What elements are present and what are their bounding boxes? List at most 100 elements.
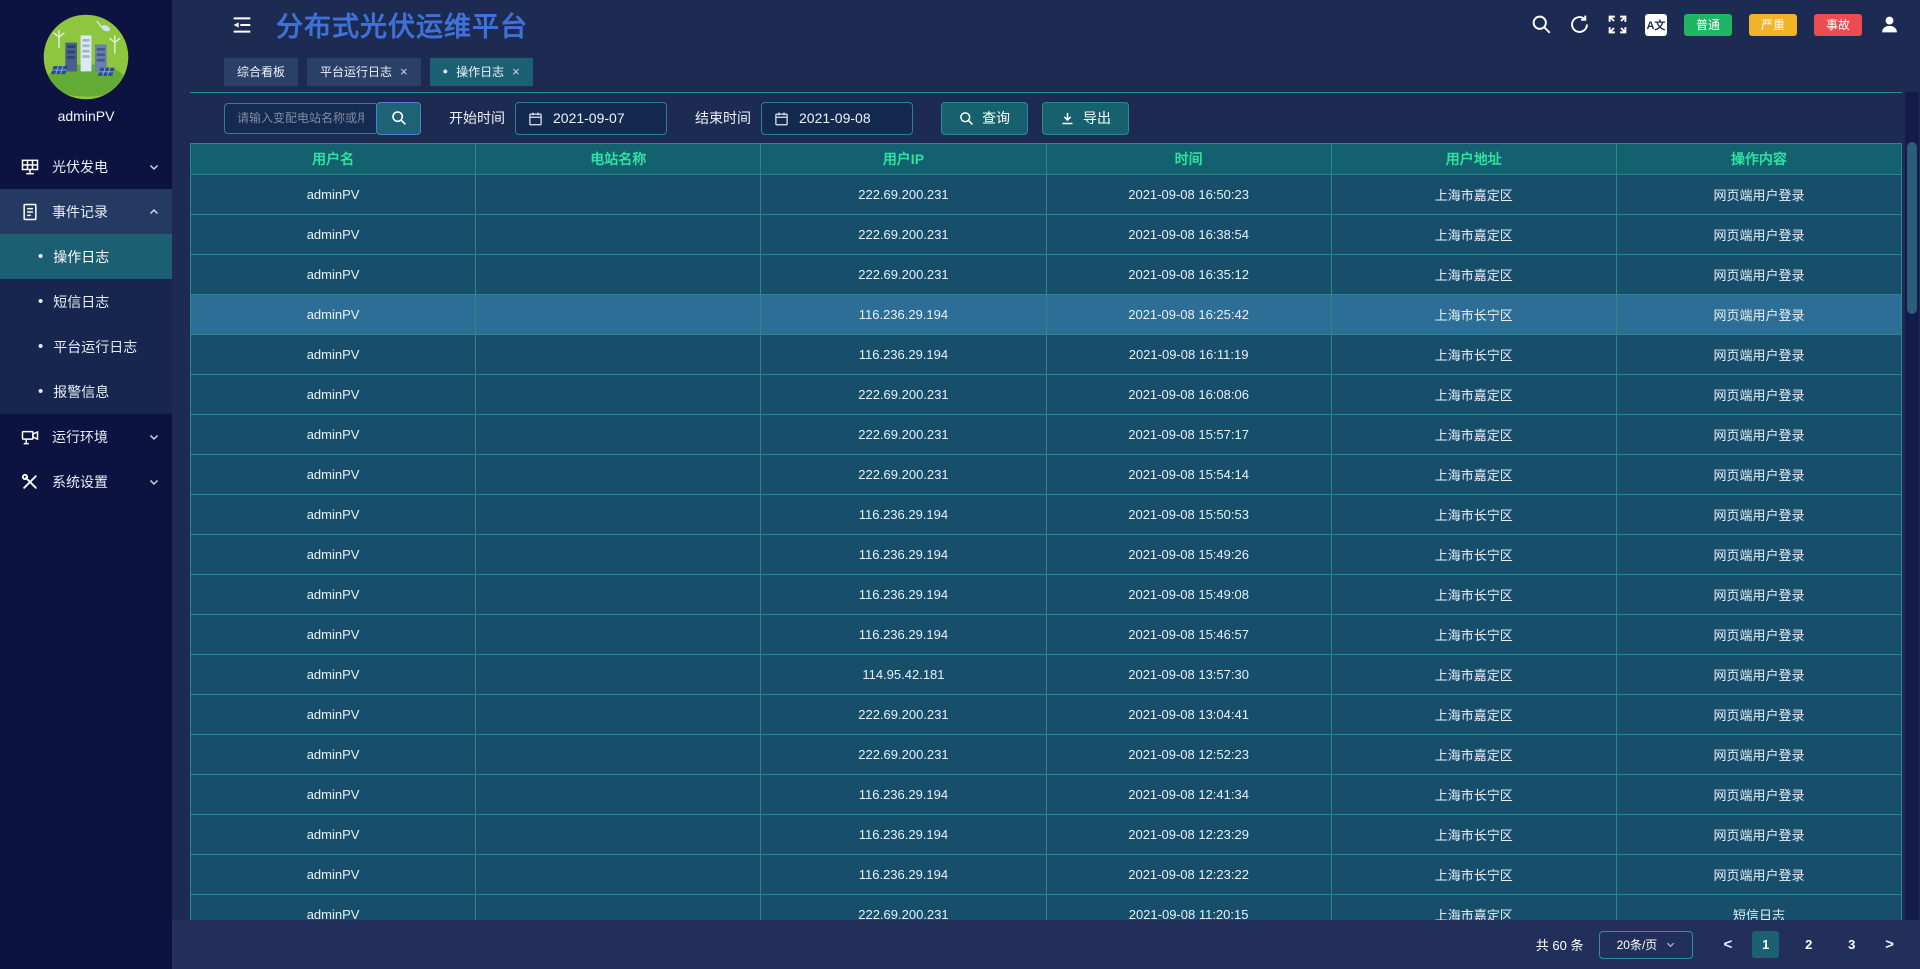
table-cell — [476, 335, 761, 375]
calendar-icon — [774, 111, 789, 126]
table-row[interactable]: adminPV222.69.200.2312021-09-08 11:20:15… — [191, 895, 1902, 920]
table-row[interactable]: adminPV116.236.29.1942021-09-08 15:49:08… — [191, 575, 1902, 615]
search-input[interactable] — [224, 103, 376, 134]
table-cell: 2021-09-08 15:49:26 — [1047, 535, 1332, 575]
start-date-picker[interactable]: 2021-09-07 — [515, 102, 667, 135]
table-cell: 2021-09-08 16:11:19 — [1047, 335, 1332, 375]
query-button[interactable]: 查询 — [941, 102, 1028, 135]
refresh-icon[interactable] — [1569, 14, 1590, 35]
bullet-icon: • — [38, 249, 43, 264]
table-row[interactable]: adminPV116.236.29.1942021-09-08 12:41:34… — [191, 775, 1902, 815]
table-cell: 上海市嘉定区 — [1332, 735, 1617, 775]
table-row[interactable]: adminPV222.69.200.2312021-09-08 15:57:17… — [191, 415, 1902, 455]
pager: < 123 > — [1719, 931, 1898, 958]
table-cell — [476, 535, 761, 575]
table-row[interactable]: adminPV222.69.200.2312021-09-08 16:35:12… — [191, 255, 1902, 295]
collapse-menu-icon[interactable] — [230, 15, 254, 35]
table-row[interactable]: adminPV222.69.200.2312021-09-08 16:50:23… — [191, 175, 1902, 215]
table-row[interactable]: adminPV116.236.29.1942021-09-08 12:23:29… — [191, 815, 1902, 855]
tab-bar: 综合看板平台运行日志×●操作日志× — [172, 49, 1920, 92]
badge-accident[interactable]: 事故 — [1814, 14, 1862, 36]
table-cell — [476, 375, 761, 415]
table-cell: 2021-09-08 15:46:57 — [1047, 615, 1332, 655]
sidebar-item-operation-log[interactable]: •操作日志 — [0, 234, 172, 279]
table-cell: 上海市嘉定区 — [1332, 175, 1617, 215]
table-row[interactable]: adminPV116.236.29.1942021-09-08 15:49:26… — [191, 535, 1902, 575]
sidebar-item-sms-log[interactable]: •短信日志 — [0, 279, 172, 324]
search-icon[interactable] — [1531, 14, 1552, 35]
table-row[interactable]: adminPV222.69.200.2312021-09-08 12:52:23… — [191, 735, 1902, 775]
sidebar-item-pv-generation[interactable]: 光伏发电 — [0, 144, 172, 189]
table-cell: 2021-09-08 12:23:22 — [1047, 855, 1332, 895]
table-cell: 2021-09-08 16:50:23 — [1047, 175, 1332, 215]
page-3-button[interactable]: 3 — [1838, 931, 1865, 958]
end-date-value: 2021-09-08 — [799, 110, 871, 126]
user-icon[interactable] — [1879, 14, 1900, 35]
table-row[interactable]: adminPV222.69.200.2312021-09-08 15:54:14… — [191, 455, 1902, 495]
tab-dashboard[interactable]: 综合看板 — [224, 58, 298, 86]
sidebar-item-label: 报警信息 — [53, 382, 109, 402]
badge-serious[interactable]: 严重 — [1749, 14, 1797, 36]
table-cell — [476, 775, 761, 815]
submenu-event-record: •操作日志•短信日志•平台运行日志•报警信息 — [0, 234, 172, 414]
table-row[interactable]: adminPV222.69.200.2312021-09-08 16:38:54… — [191, 215, 1902, 255]
page-numbers: 123 — [1752, 931, 1865, 958]
table-cell: 222.69.200.231 — [761, 175, 1046, 215]
column-header: 用户IP — [761, 143, 1046, 175]
table-cell: 上海市长宁区 — [1332, 295, 1617, 335]
table-cell: 网页端用户登录 — [1617, 615, 1902, 655]
table-cell — [476, 695, 761, 735]
column-header: 电站名称 — [476, 143, 761, 175]
badge-normal[interactable]: 普通 — [1684, 14, 1732, 36]
sidebar-item-platform-run-log[interactable]: •平台运行日志 — [0, 324, 172, 369]
close-icon[interactable]: × — [512, 65, 520, 78]
sidebar-item-alarm-info[interactable]: •报警信息 — [0, 369, 172, 414]
table-row[interactable]: adminPV116.236.29.1942021-09-08 12:23:22… — [191, 855, 1902, 895]
sidebar-item-run-env[interactable]: 运行环境 — [0, 414, 172, 459]
scrollbar-track[interactable] — [1905, 92, 1919, 920]
table-cell: 2021-09-08 12:23:29 — [1047, 815, 1332, 855]
table-cell: 2021-09-08 15:50:53 — [1047, 495, 1332, 535]
next-page-button[interactable]: > — [1881, 936, 1898, 953]
table-cell: adminPV — [191, 255, 476, 295]
close-icon[interactable]: × — [400, 65, 408, 78]
tab-label: 操作日志 — [456, 63, 504, 80]
table-cell: 上海市嘉定区 — [1332, 415, 1617, 455]
sidebar-item-system-settings[interactable]: 系统设置 — [0, 459, 172, 504]
chevron-down-icon — [1665, 939, 1676, 950]
table-row[interactable]: adminPV114.95.42.1812021-09-08 13:57:30上… — [191, 655, 1902, 695]
table-cell: 网页端用户登录 — [1617, 855, 1902, 895]
export-button[interactable]: 导出 — [1042, 102, 1129, 135]
translate-icon[interactable]: A文 — [1645, 14, 1667, 36]
table-cell: 网页端用户登录 — [1617, 495, 1902, 535]
table-row[interactable]: adminPV116.236.29.1942021-09-08 15:46:57… — [191, 615, 1902, 655]
page-1-button[interactable]: 1 — [1752, 931, 1779, 958]
prev-page-button[interactable]: < — [1719, 936, 1736, 953]
scrollbar-thumb[interactable] — [1907, 142, 1917, 314]
table-cell: adminPV — [191, 575, 476, 615]
table-row[interactable]: adminPV116.236.29.1942021-09-08 16:25:42… — [191, 295, 1902, 335]
tab-operation-log[interactable]: ●操作日志× — [430, 58, 533, 86]
table-cell: 222.69.200.231 — [761, 415, 1046, 455]
table-cell: 上海市嘉定区 — [1332, 255, 1617, 295]
table-row[interactable]: adminPV222.69.200.2312021-09-08 16:08:06… — [191, 375, 1902, 415]
table-row[interactable]: adminPV116.236.29.1942021-09-08 16:11:19… — [191, 335, 1902, 375]
table-cell: adminPV — [191, 695, 476, 735]
table-cell — [476, 575, 761, 615]
sidebar-item-event-record[interactable]: 事件记录 — [0, 189, 172, 234]
table-cell: adminPV — [191, 775, 476, 815]
table-cell — [476, 735, 761, 775]
table-cell: adminPV — [191, 655, 476, 695]
table-row[interactable]: adminPV116.236.29.1942021-09-08 15:50:53… — [191, 495, 1902, 535]
page-size-select[interactable]: 20条/页 — [1599, 931, 1693, 959]
fullscreen-icon[interactable] — [1607, 14, 1628, 35]
table-cell: 116.236.29.194 — [761, 295, 1046, 335]
tab-platform-run-log[interactable]: 平台运行日志× — [307, 58, 421, 86]
table-cell: adminPV — [191, 895, 476, 920]
chevron-down-icon — [148, 476, 160, 488]
table-cell — [476, 655, 761, 695]
page-2-button[interactable]: 2 — [1795, 931, 1822, 958]
end-date-picker[interactable]: 2021-09-08 — [761, 102, 913, 135]
search-button[interactable] — [376, 102, 421, 135]
table-row[interactable]: adminPV222.69.200.2312021-09-08 13:04:41… — [191, 695, 1902, 735]
